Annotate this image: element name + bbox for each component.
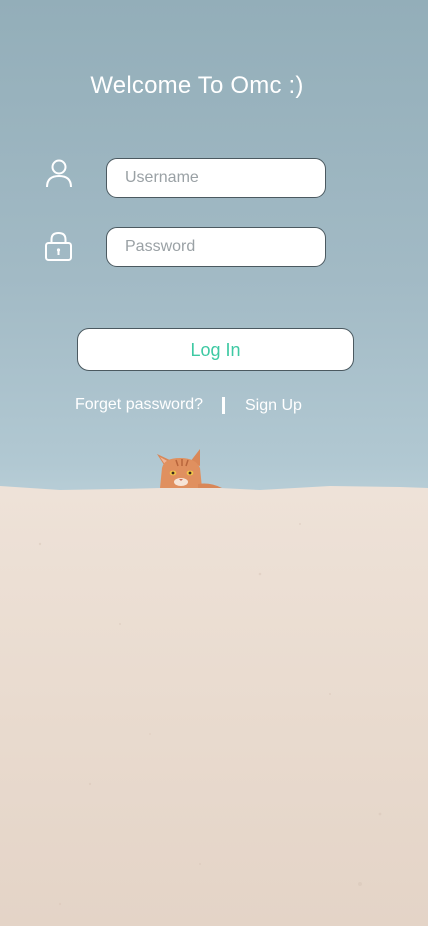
password-row xyxy=(0,227,428,269)
forget-password-link[interactable]: Forget password? xyxy=(75,396,203,414)
login-screen: Welcome To Omc :) Log In Forget passwor xyxy=(0,0,428,926)
cat-image xyxy=(150,446,230,490)
login-button[interactable]: Log In xyxy=(77,328,354,371)
wall-background xyxy=(0,484,428,926)
auth-links: Forget password? Sign Up xyxy=(0,394,428,420)
sign-up-link[interactable]: Sign Up xyxy=(245,397,302,415)
lock-icon xyxy=(43,231,75,263)
password-field-box[interactable] xyxy=(106,227,326,267)
username-field-box[interactable] xyxy=(106,158,326,198)
password-input[interactable] xyxy=(125,228,315,266)
page-title: Welcome To Omc :) xyxy=(90,72,304,99)
username-row xyxy=(0,158,428,200)
username-input[interactable] xyxy=(125,159,315,197)
user-icon xyxy=(43,158,75,190)
link-divider xyxy=(222,397,225,414)
